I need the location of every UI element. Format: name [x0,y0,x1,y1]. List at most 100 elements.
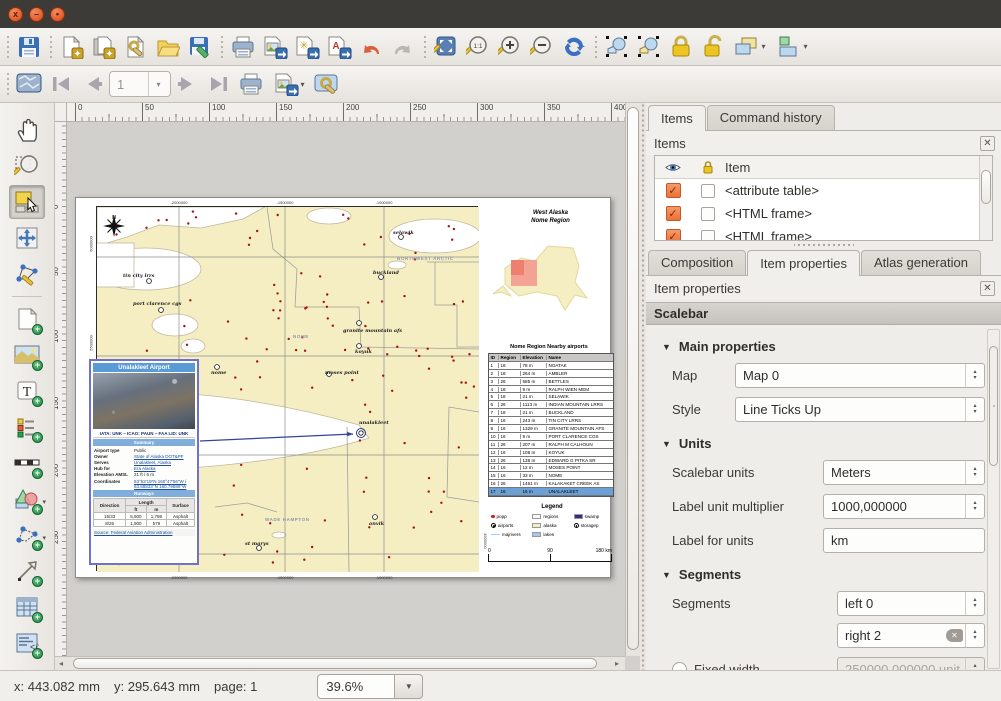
export-as-pdf-button[interactable]: A [323,31,355,63]
zoom-dropdown-caret-icon[interactable]: ▼ [395,674,423,699]
canvas-viewport[interactable]: -2000000-1500000-1000000 -2000000-150000… [67,122,625,656]
section-units[interactable]: ▼ Units [662,436,1001,451]
horizontal-scroll-thumb[interactable] [73,658,597,669]
scroll-right-icon[interactable]: ▸ [615,657,619,671]
section-segments[interactable]: ▼ Segments [662,567,1001,582]
zoom-full-button[interactable] [430,31,462,63]
edit-nodes-item-tool-button[interactable] [9,257,45,291]
properties-scroll-thumb[interactable] [989,346,998,466]
add-arrow-button[interactable]: + [9,554,45,588]
items-list-row[interactable]: ✓ <HTML frame> [655,202,992,225]
first-feature-button[interactable] [45,68,77,100]
lock-checkbox[interactable] [701,184,715,198]
spin-arrows-icon[interactable]: ▴▾ [965,592,984,615]
last-feature-button[interactable] [203,68,235,100]
combo-arrows-icon[interactable]: ▴▾ [965,364,984,387]
atlas-feature-number-input[interactable] [110,76,148,93]
zoom-actual-size-button[interactable]: 1:1 [462,31,494,63]
composition-page[interactable]: -2000000-1500000-1000000 -2000000-150000… [75,197,611,578]
visibility-checkbox[interactable]: ✓ [666,183,681,198]
raise-items-button[interactable]: ▾ [729,31,771,63]
label-for-units-input[interactable]: km [823,528,985,553]
dropdown-caret-icon[interactable]: ▾ [148,72,168,96]
toolbar-drag-handle[interactable] [4,36,11,58]
atlas-settings-button[interactable] [311,68,343,100]
add-nodes-shape-button[interactable]: +▾ [9,518,45,552]
items-list[interactable]: Item ✓ <attribute table> ✓ <HTML frame> … [654,155,993,241]
toolbar-drag-handle[interactable] [218,36,225,58]
toolbar-drag-handle[interactable] [592,36,599,58]
maximize-window-icon[interactable]: • [50,7,65,22]
lock-checkbox[interactable] [701,230,715,242]
tab-items[interactable]: Items [648,105,706,131]
zoom-tool-button[interactable] [9,149,45,183]
toolbar-drag-handle[interactable] [47,36,54,58]
zoom-level-combo[interactable]: 39.6% ▼ [317,674,423,699]
canvas-vertical-scrollbar[interactable] [625,103,640,656]
move-item-content-tool-button[interactable] [9,221,45,255]
undo-button[interactable] [355,31,387,63]
atlas-feature-number-combo[interactable]: ▾ [109,71,171,97]
vertical-scroll-thumb[interactable] [627,107,639,650]
open-composition-button[interactable] [152,31,184,63]
add-html-frame-button[interactable]: </>+ [9,626,45,660]
menu-item[interactable] [139,9,159,19]
zoom-out-button[interactable] [526,31,558,63]
export-atlas-button[interactable]: ▾ [267,68,311,100]
composition-manager-button[interactable] [120,31,152,63]
previous-feature-button[interactable] [77,68,109,100]
pan-tool-button[interactable] [9,113,45,147]
export-as-image-button[interactable] [259,31,291,63]
close-window-icon[interactable]: x [8,7,23,22]
items-scroll-thumb[interactable] [981,170,991,204]
save-project-button[interactable] [13,31,45,63]
toolbar-drag-handle[interactable] [421,36,428,58]
add-new-map-button[interactable]: + [9,302,45,336]
segments-left-spinbox[interactable]: left 0 ▴▾ [837,591,985,616]
map-combobox[interactable]: Map 0 ▴▾ [735,363,985,388]
menu-item[interactable] [99,9,119,19]
style-combobox[interactable]: Line Ticks Up ▴▾ [735,397,985,422]
add-legend-button[interactable]: + [9,410,45,444]
minimize-window-icon[interactable]: – [29,7,44,22]
tab-composition[interactable]: Composition [648,250,746,275]
duplicate-composition-button[interactable]: ✦ [88,31,120,63]
alaska-overview-map[interactable] [491,234,611,334]
items-list-scrollbar[interactable] [979,156,992,240]
lock-items-button[interactable] [665,31,697,63]
unlock-items-button[interactable] [697,31,729,63]
export-as-svg-button[interactable]: ✳ [291,31,323,63]
legend-item[interactable]: Legend popp airports majrivers regions [491,504,613,539]
save-as-button[interactable] [184,31,216,63]
combo-arrows-icon[interactable]: ▴▾ [965,398,984,421]
toolbar-drag-handle[interactable] [4,73,11,95]
print-atlas-button[interactable] [235,68,267,100]
add-shape-button[interactable]: +▾ [9,482,45,516]
add-image-button[interactable]: + [9,338,45,372]
select-move-item-tool-button[interactable] [9,185,45,219]
clear-value-icon[interactable]: ✕ [946,629,963,642]
zoom-level-value[interactable]: 39.6% [317,674,395,699]
tab-command-history[interactable]: Command history [707,105,835,130]
scalebar-item[interactable]: 0 90 180 km [488,548,612,564]
menu-item[interactable] [159,9,179,19]
segments-right-spinbox[interactable]: right 2 ✕ ▴▾ [837,623,985,648]
scalebar-units-combobox[interactable]: Meters ▴▾ [823,460,985,485]
preview-atlas-button[interactable] [13,68,45,100]
add-attribute-table-button[interactable]: + [9,590,45,624]
visibility-checkbox[interactable]: ✓ [666,229,681,241]
properties-scrollbar[interactable] [987,329,1000,669]
section-main-properties[interactable]: ▼ Main properties [662,339,1001,354]
spin-arrows-icon[interactable]: ▴▾ [965,624,984,647]
visibility-checkbox[interactable]: ✓ [666,206,681,221]
next-feature-button[interactable] [171,68,203,100]
canvas-horizontal-scrollbar[interactable]: ◂ ▸ [55,656,625,670]
menu-item[interactable] [179,9,199,19]
select-move-item-toolbutton[interactable] [601,31,633,63]
new-composition-button[interactable]: ✦ [56,31,88,63]
items-list-row[interactable]: ✓ <HTML frame> [655,225,992,241]
close-panel-icon[interactable]: ✕ [980,281,995,296]
tab-item-properties[interactable]: Item properties [747,250,860,276]
refresh-view-button[interactable] [558,31,590,63]
tab-atlas-generation[interactable]: Atlas generation [861,250,981,275]
